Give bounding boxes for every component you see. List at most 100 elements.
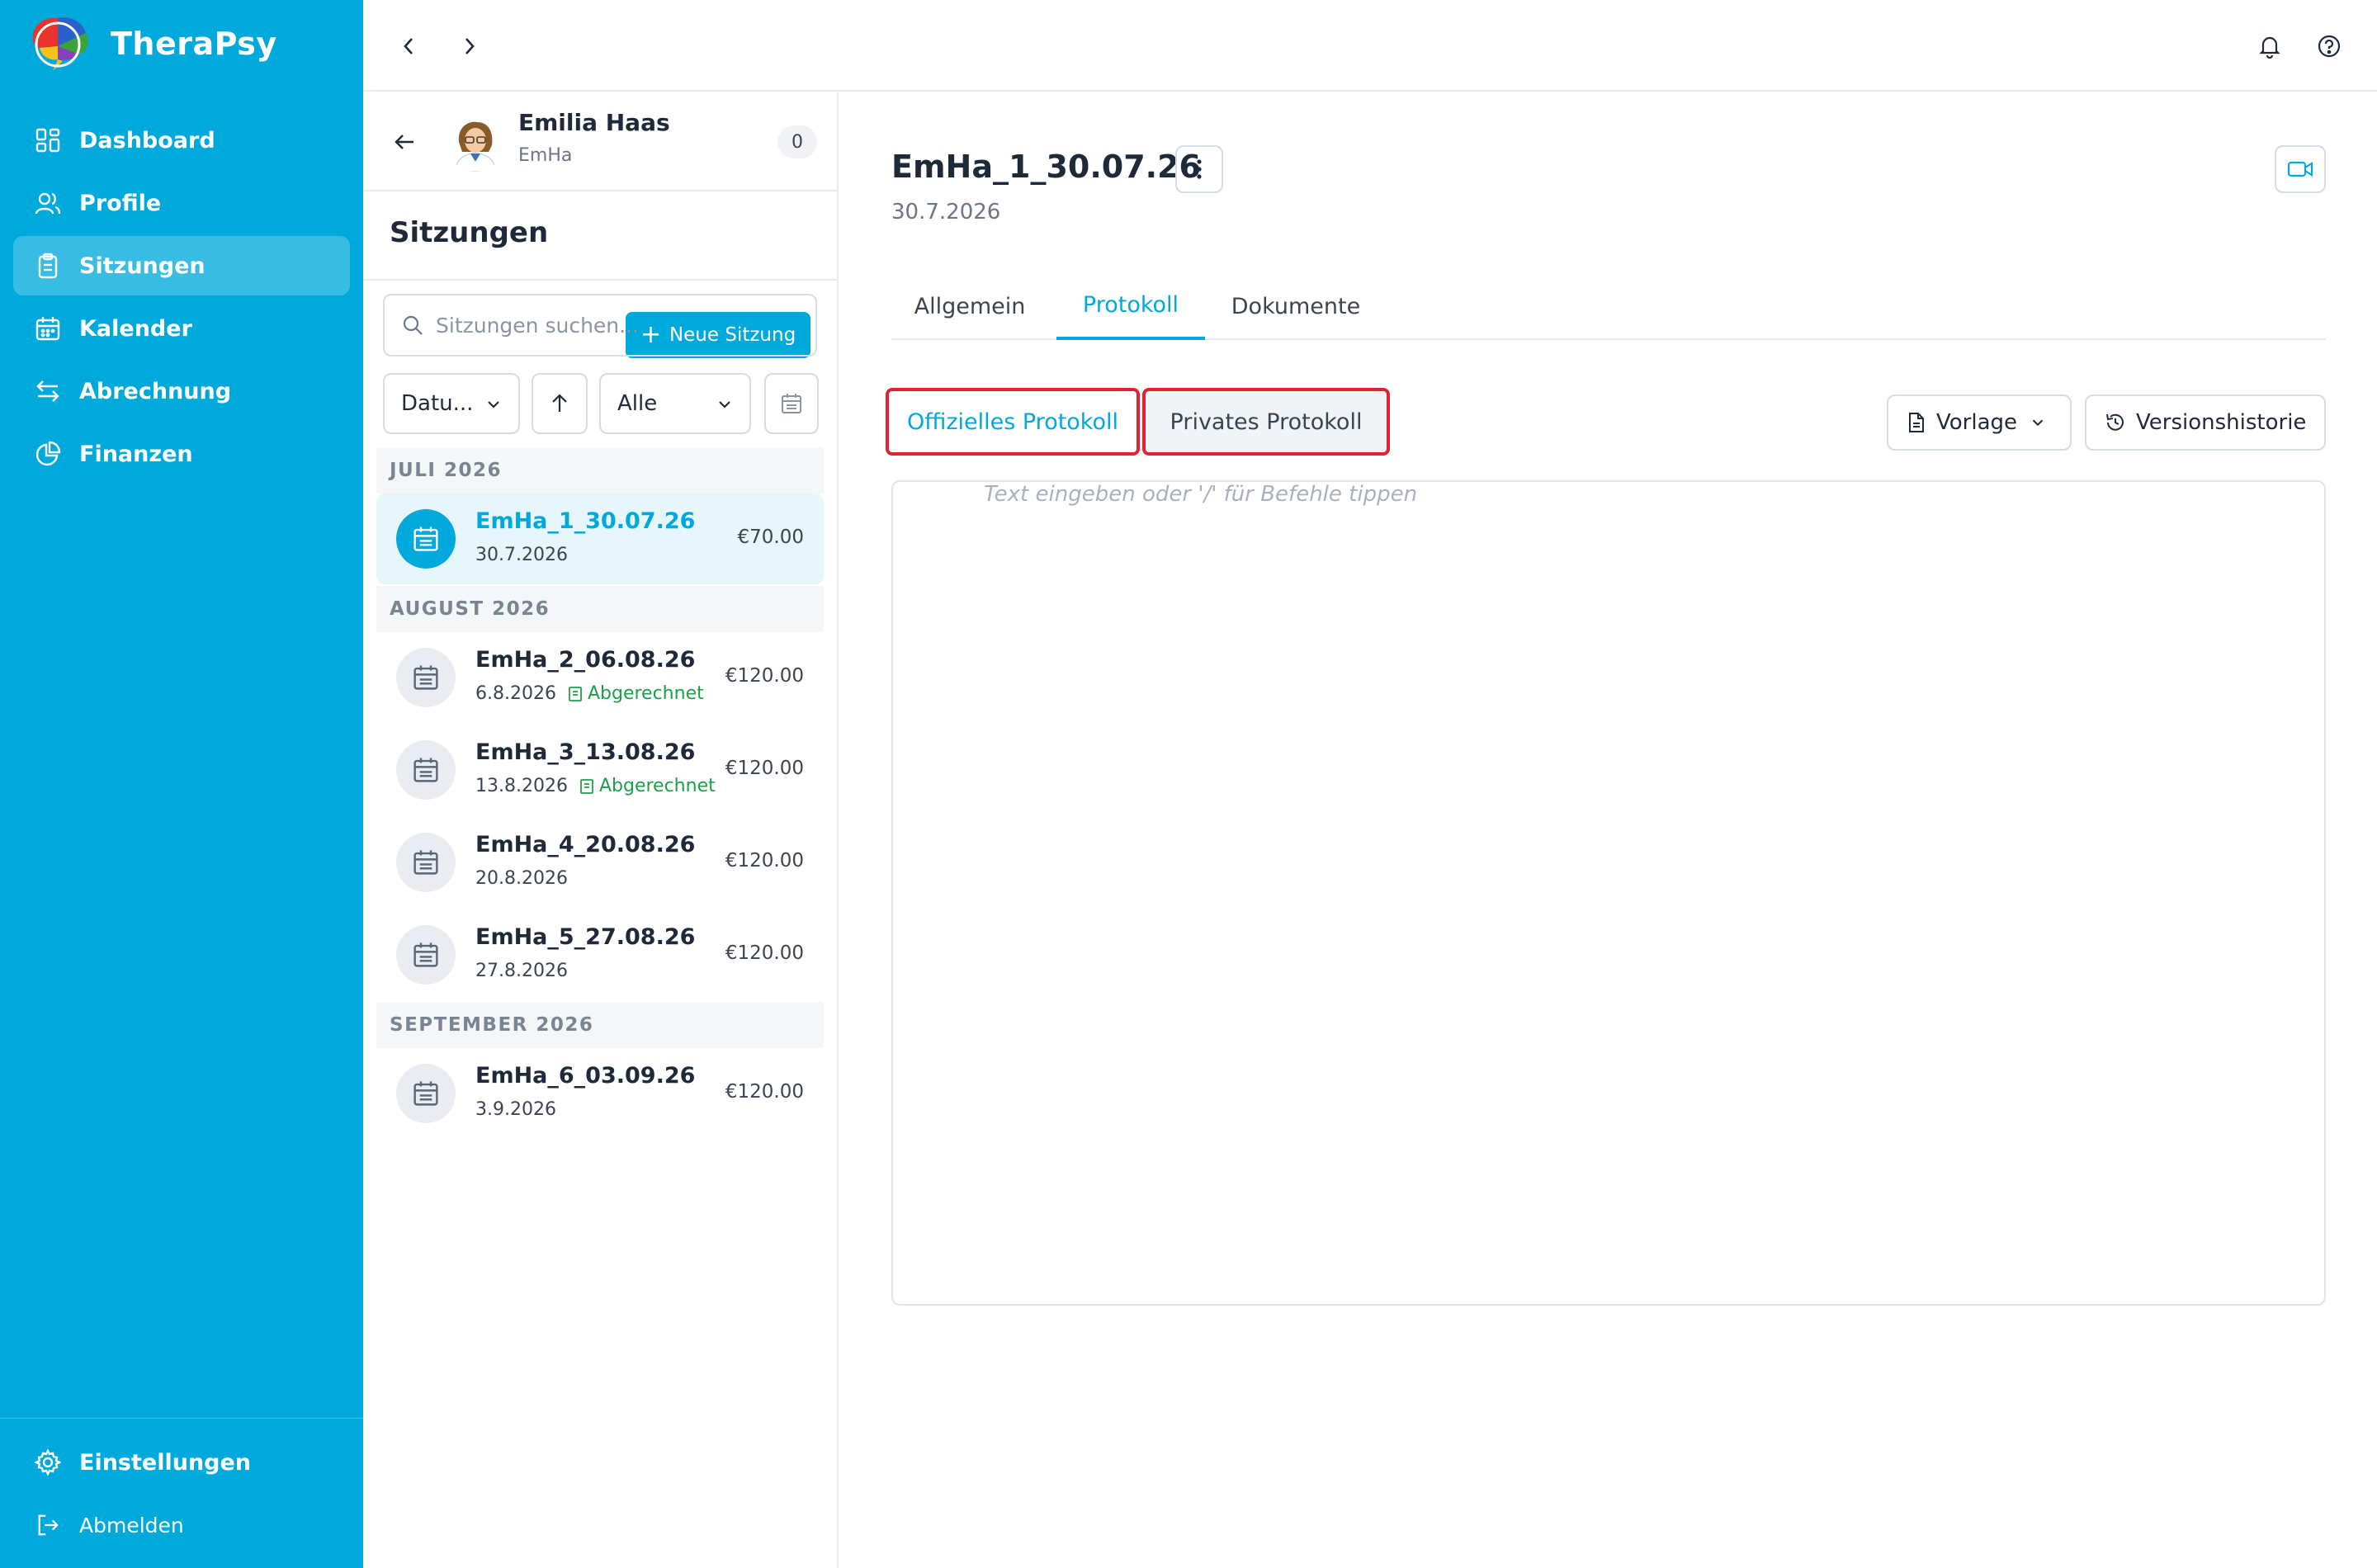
- month-header: SEPTEMBER 2026: [376, 1002, 824, 1048]
- session-name: EmHa_4_20.08.26: [475, 832, 696, 857]
- month-label: JULI 2026: [390, 460, 502, 481]
- calendar-icon: [782, 394, 801, 413]
- session-price: €120.00: [725, 850, 804, 871]
- session-name: EmHa_6_03.09.26: [475, 1063, 696, 1089]
- sidebar-item-profile[interactable]: Profile: [13, 173, 350, 233]
- bell-icon: [2259, 36, 2280, 59]
- official-protocol-toggle[interactable]: Offizielles Protokoll: [886, 388, 1140, 456]
- sidebar-item-dashboard[interactable]: Dashboard: [13, 111, 350, 170]
- list-item[interactable]: EmHa_4_20.08.26 20.8.2026 €120.00: [376, 817, 824, 908]
- sidebar-item-label: Kalender: [79, 315, 192, 342]
- list-item[interactable]: EmHa_5_27.08.26 27.8.2026 €120.00: [376, 909, 824, 1000]
- notifications-button[interactable]: [2250, 26, 2290, 66]
- session-name: EmHa_5_27.08.26: [475, 924, 696, 950]
- sidebar-item-kalender[interactable]: Kalender: [13, 299, 350, 358]
- session-name: EmHa_1_30.07.26: [475, 508, 696, 534]
- search-field[interactable]: [383, 294, 817, 357]
- logout-link[interactable]: Abmelden: [13, 1495, 350, 1555]
- brand-name: TheraPsy: [111, 26, 277, 62]
- count-badge: 0: [777, 125, 817, 158]
- session-date: 30.7.2026: [891, 200, 1001, 224]
- session-price: €120.00: [725, 1081, 804, 1103]
- app-root: TheraPsy Dashboard Profile Sitzungen Kal…: [0, 0, 2377, 1568]
- status-badge: Abgerechnet: [568, 683, 704, 704]
- status-filter-select[interactable]: Alle: [599, 373, 751, 434]
- calendar-icon: [396, 648, 456, 707]
- sidebar-item-abrechnung[interactable]: Abrechnung: [13, 361, 350, 421]
- version-history-button[interactable]: Versionshistorie: [2085, 394, 2326, 451]
- private-protocol-toggle[interactable]: Privates Protokoll: [1142, 388, 1390, 456]
- patient-header: Emilia Haas EmHa 0: [363, 92, 837, 191]
- sort-field-select[interactable]: Datu...: [383, 373, 520, 434]
- video-call-button[interactable]: [2275, 145, 2326, 193]
- session-date: 20.8.2026: [475, 868, 568, 889]
- session-price: €120.00: [725, 665, 804, 687]
- history-icon: [2105, 412, 2126, 433]
- tab-allgemein[interactable]: Allgemein: [891, 272, 1048, 340]
- sessions-title: Sitzungen: [390, 216, 549, 249]
- sessions-header: Sitzungen + Neue Sitzung: [363, 191, 837, 358]
- tab-protokoll[interactable]: Protokoll: [1056, 272, 1205, 340]
- protocol-editor[interactable]: Text eingeben oder '/' für Befehle tippe…: [891, 480, 2326, 1306]
- more-options-button[interactable]: [1175, 145, 1223, 193]
- list-item[interactable]: EmHa_1_30.07.26 30.7.2026 €70.00: [376, 494, 824, 584]
- help-icon: [2318, 35, 2341, 58]
- session-date-text: 13.8.2026: [475, 776, 568, 796]
- back-nav-button[interactable]: [390, 26, 429, 66]
- video-camera-icon: [2287, 161, 2313, 177]
- dashboard-icon: [31, 124, 64, 157]
- arrow-up-icon: [552, 394, 567, 412]
- clipboard-icon: [31, 249, 64, 282]
- date-filter-button[interactable]: [764, 373, 819, 434]
- calendar-icon: [31, 312, 64, 345]
- calendar-icon: [396, 833, 456, 892]
- list-item[interactable]: EmHa_3_13.08.26 13.8.2026 Abgerechnet €1…: [376, 725, 824, 815]
- status-badge: Abgerechnet: [579, 776, 716, 796]
- session-date: 30.7.2026: [475, 545, 568, 565]
- month-header: JULI 2026: [376, 447, 824, 494]
- sidebar-item-label: Dashboard: [79, 127, 215, 153]
- month-header: AUGUST 2026: [376, 586, 824, 632]
- detail-tabs: Allgemein Protokoll Dokumente: [891, 272, 2326, 340]
- logout-label: Abmelden: [79, 1513, 184, 1537]
- back-to-patients-button[interactable]: [385, 122, 424, 162]
- chevron-right-icon: [465, 38, 475, 54]
- invoice-icon: [568, 686, 583, 702]
- session-date-text: 3.9.2026: [475, 1099, 556, 1120]
- editor-placeholder: Text eingeben oder '/' für Befehle tippe…: [984, 482, 1418, 507]
- avatar[interactable]: [446, 112, 505, 172]
- patient-name: Emilia Haas: [518, 109, 670, 136]
- search-input[interactable]: [436, 313, 799, 338]
- tab-dokumente[interactable]: Dokumente: [1213, 272, 1378, 340]
- brain-logo-icon: [32, 17, 88, 71]
- sidebar-item-finanzen[interactable]: Finanzen: [13, 424, 350, 484]
- list-item[interactable]: EmHa_2_06.08.26 6.8.2026 Abgerechnet €12…: [376, 632, 824, 723]
- session-date: 6.8.2026 Abgerechnet: [475, 683, 704, 704]
- chevron-left-icon: [404, 38, 413, 54]
- sidebar-item-label: Abrechnung: [79, 378, 232, 404]
- brand[interactable]: TheraPsy: [25, 15, 277, 73]
- patient-short-code: EmHa: [518, 145, 573, 166]
- document-icon: [1907, 412, 1926, 433]
- month-label: SEPTEMBER 2026: [390, 1014, 594, 1036]
- session-list-panel: Emilia Haas EmHa 0 Sitzungen + Neue Sitz…: [363, 92, 839, 1568]
- template-dropdown-button[interactable]: Vorlage: [1887, 394, 2072, 451]
- sidebar-item-label: Finanzen: [79, 441, 193, 467]
- help-button[interactable]: [2309, 26, 2349, 66]
- sort-direction-button[interactable]: [532, 373, 588, 434]
- calendar-icon: [396, 925, 456, 985]
- sidebar-item-sitzungen[interactable]: Sitzungen: [13, 236, 350, 295]
- sidebar-divider: [0, 1418, 363, 1419]
- session-date-text: 27.8.2026: [475, 961, 568, 981]
- session-date: 3.9.2026: [475, 1099, 556, 1120]
- list-item[interactable]: EmHa_6_03.09.26 3.9.2026 €120.00: [376, 1048, 824, 1139]
- session-price: €70.00: [737, 527, 804, 548]
- sidebar-item-einstellungen[interactable]: Einstellungen: [13, 1433, 350, 1492]
- invoice-icon: [579, 778, 594, 795]
- forward-nav-button[interactable]: [449, 26, 489, 66]
- month-label: AUGUST 2026: [390, 598, 551, 620]
- session-date: 13.8.2026 Abgerechnet: [475, 776, 716, 796]
- session-date-text: 30.7.2026: [475, 545, 568, 565]
- sidebar-item-label: Einstellungen: [79, 1449, 252, 1476]
- status-filter-value: Alle: [617, 391, 658, 416]
